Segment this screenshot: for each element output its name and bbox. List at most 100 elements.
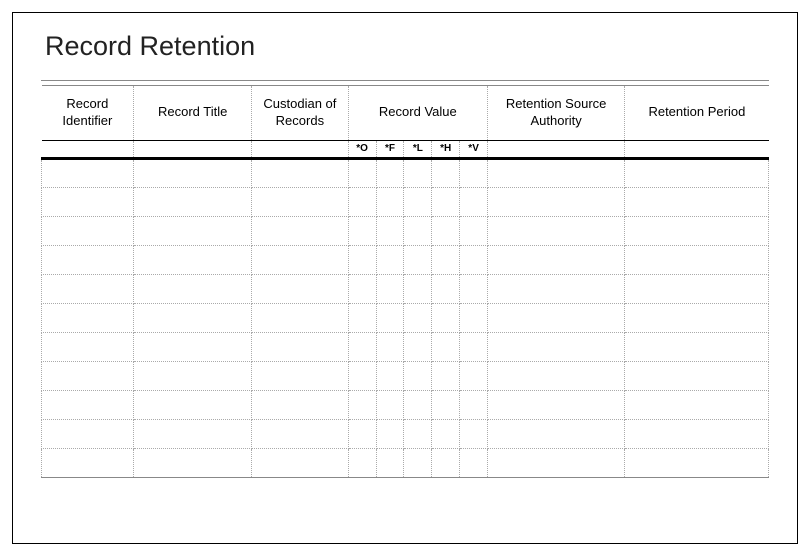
cell-id (42, 361, 134, 390)
cell-f (376, 361, 404, 390)
cell-id (42, 332, 134, 361)
cell-f (376, 390, 404, 419)
cell-v (460, 390, 488, 419)
cell-h (432, 332, 460, 361)
cell-title (134, 361, 252, 390)
cell-l (404, 274, 432, 303)
cell-cust (252, 390, 349, 419)
subhead-blank (134, 140, 252, 158)
table-row (42, 390, 769, 419)
cell-o (348, 390, 376, 419)
cell-title (134, 216, 252, 245)
cell-f (376, 158, 404, 187)
cell-per (625, 448, 769, 477)
table-row (42, 448, 769, 477)
cell-l (404, 216, 432, 245)
cell-cust (252, 361, 349, 390)
cell-l (404, 419, 432, 448)
cell-id (42, 158, 134, 187)
table-header-row: Record Identifier Record Title Custodian… (42, 86, 769, 141)
cell-h (432, 419, 460, 448)
cell-f (376, 448, 404, 477)
cell-v (460, 216, 488, 245)
table-body (42, 158, 769, 477)
subhead-blank (625, 140, 769, 158)
cell-src (488, 390, 625, 419)
cell-h (432, 274, 460, 303)
cell-v (460, 361, 488, 390)
cell-h (432, 216, 460, 245)
cell-f (376, 274, 404, 303)
cell-cust (252, 158, 349, 187)
page-title: Record Retention (45, 31, 769, 62)
cell-f (376, 303, 404, 332)
cell-per (625, 158, 769, 187)
table-row (42, 274, 769, 303)
cell-h (432, 361, 460, 390)
cell-id (42, 419, 134, 448)
table-row (42, 216, 769, 245)
cell-cust (252, 245, 349, 274)
cell-v (460, 274, 488, 303)
cell-o (348, 448, 376, 477)
cell-f (376, 419, 404, 448)
cell-per (625, 216, 769, 245)
cell-o (348, 332, 376, 361)
col-record-value: Record Value (348, 86, 487, 141)
cell-h (432, 390, 460, 419)
cell-per (625, 245, 769, 274)
cell-v (460, 448, 488, 477)
col-custodian: Custodian of Records (252, 86, 349, 141)
cell-per (625, 419, 769, 448)
cell-title (134, 245, 252, 274)
cell-src (488, 187, 625, 216)
cell-title (134, 158, 252, 187)
cell-v (460, 187, 488, 216)
cell-cust (252, 332, 349, 361)
cell-l (404, 303, 432, 332)
cell-per (625, 332, 769, 361)
cell-o (348, 158, 376, 187)
cell-title (134, 187, 252, 216)
table-row (42, 332, 769, 361)
cell-v (460, 245, 488, 274)
table-row (42, 419, 769, 448)
table-row (42, 245, 769, 274)
cell-cust (252, 274, 349, 303)
table-row (42, 361, 769, 390)
cell-v (460, 419, 488, 448)
subhead-blank (42, 140, 134, 158)
cell-title (134, 274, 252, 303)
cell-cust (252, 419, 349, 448)
cell-title (134, 332, 252, 361)
cell-o (348, 187, 376, 216)
cell-cust (252, 187, 349, 216)
cell-title (134, 390, 252, 419)
cell-src (488, 332, 625, 361)
col-retention-source: Retention Source Authority (488, 86, 625, 141)
cell-src (488, 216, 625, 245)
cell-src (488, 361, 625, 390)
cell-f (376, 216, 404, 245)
subhead-blank (488, 140, 625, 158)
cell-f (376, 332, 404, 361)
cell-v (460, 332, 488, 361)
cell-title (134, 419, 252, 448)
table-row (42, 187, 769, 216)
cell-o (348, 361, 376, 390)
cell-per (625, 303, 769, 332)
cell-id (42, 448, 134, 477)
subcol-v: *V (460, 140, 488, 158)
title-divider (41, 80, 769, 81)
cell-h (432, 187, 460, 216)
cell-src (488, 245, 625, 274)
cell-h (432, 303, 460, 332)
col-retention-period: Retention Period (625, 86, 769, 141)
cell-l (404, 187, 432, 216)
cell-id (42, 274, 134, 303)
cell-cust (252, 448, 349, 477)
subcol-f: *F (376, 140, 404, 158)
cell-src (488, 158, 625, 187)
cell-l (404, 448, 432, 477)
cell-title (134, 303, 252, 332)
